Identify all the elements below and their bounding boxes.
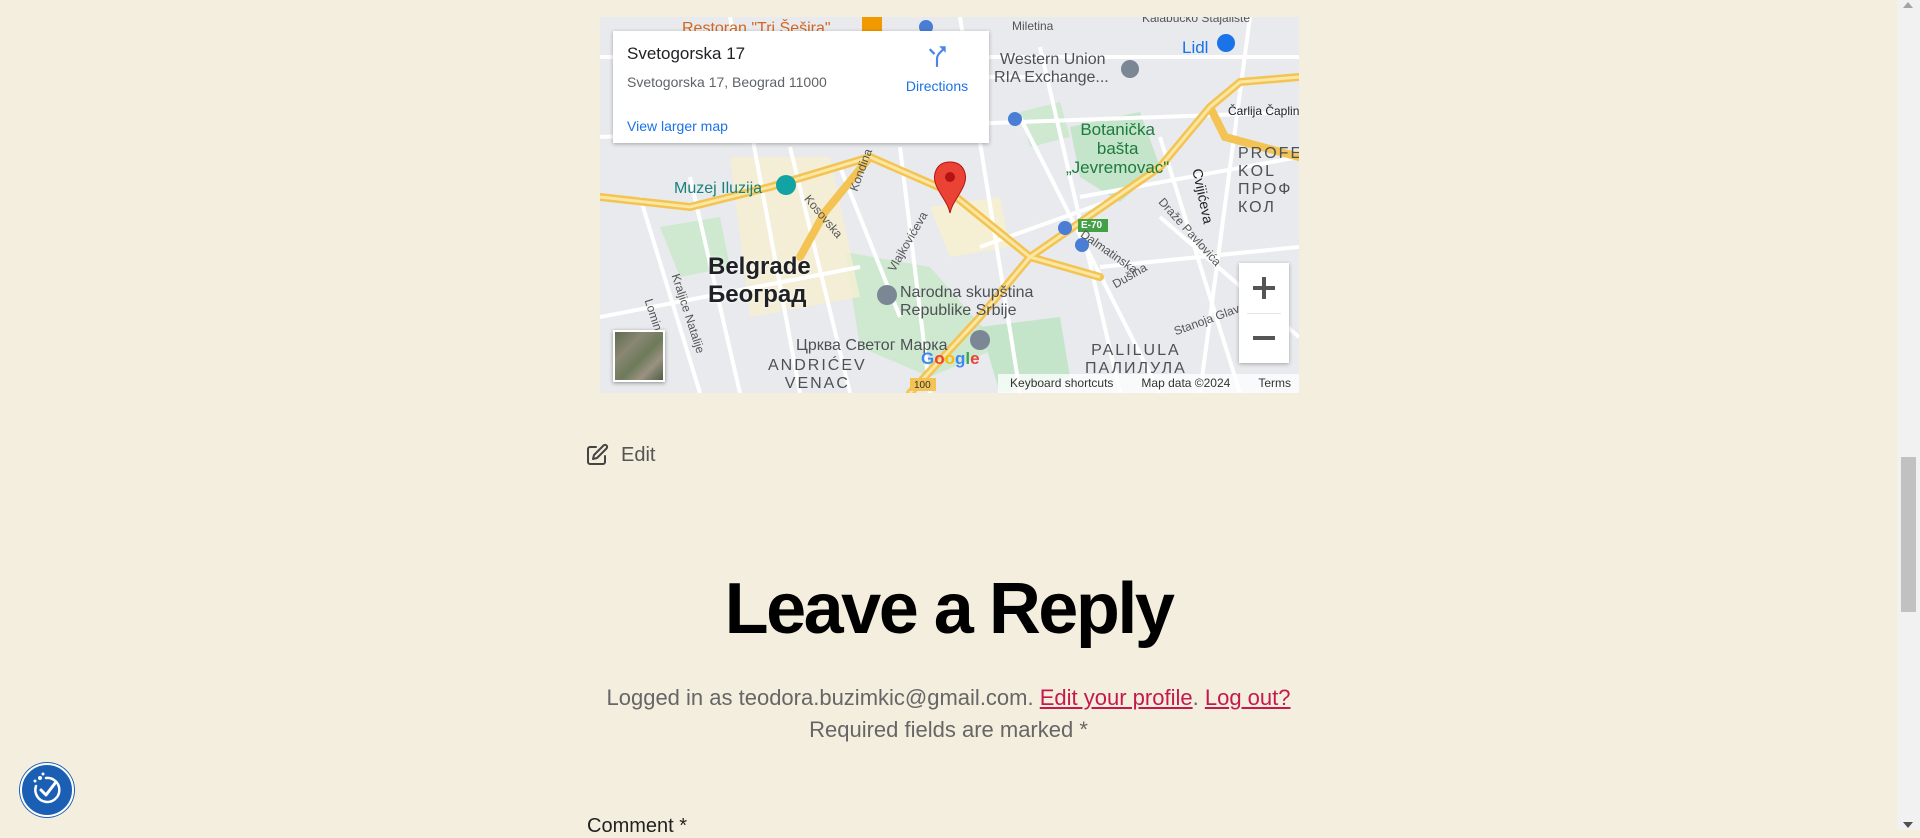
zoom-out-button[interactable] [1239,313,1289,363]
directions-button[interactable]: Directions [897,43,977,94]
map-footer: Keyboard shortcuts Map data ©2024 Terms [998,374,1299,393]
logged-in-line: Logged in as teodora.buzimkic@gmail.com.… [0,682,1897,714]
keyboard-shortcuts-link[interactable]: Keyboard shortcuts [1010,376,1113,393]
map-label-kalabucko: Kalabućko Stajalište [1142,17,1251,25]
map-label-andricev-2: VENAC [784,375,850,392]
map-label-belgrade-latin: Belgrade [708,253,811,280]
map-label-narodna-2: Republike Srbije [900,302,1017,319]
map-label-miletina: Miletina [1012,19,1054,33]
link-separator: . [1192,685,1199,710]
edit-icon [587,443,609,465]
embedded-map[interactable]: Restoran "Tri Šešira" Miletina Kalabućko… [600,17,1299,393]
leave-reply-heading: Leave a Reply [724,569,1175,649]
terms-link[interactable]: Terms [1258,376,1291,393]
edit-post-link[interactable]: Edit [585,443,655,467]
map-label-belgrade: Belgrade Београд [708,253,811,309]
zoom-in-button[interactable] [1239,263,1289,313]
map-label-botanic-line2: bašta [1096,139,1139,158]
map-label-palilula: PALILULA ПАЛИЛУЛА [1085,342,1187,378]
map-label-andricev: ANDRIĆEV VENAC [768,357,867,393]
directions-icon [928,46,946,67]
map-label-profe-1: PROFE [1238,145,1299,162]
map-label-palilula-1: PALILULA [1091,342,1181,359]
map-label-andricev-1: ANDRIĆEV [768,357,867,374]
map-label-western-union: Western Union [1000,51,1106,68]
map-label-lidl: Lidl [1182,38,1209,57]
satellite-layer-toggle[interactable] [613,330,665,382]
map-label-profe-4: КОЛ [1238,199,1276,216]
map-label-100: 100 [914,380,931,391]
map-label-profe: PROFE KOL ПРОФ КОЛ [1238,145,1299,217]
map-label-profe-2: KOL [1238,163,1277,180]
view-larger-map-link[interactable]: View larger map [627,118,728,134]
scrollbar-thumb[interactable] [1901,457,1916,612]
map-data-label: Map data ©2024 [1141,376,1231,390]
google-logo: Google [921,349,980,368]
accessibility-button[interactable] [19,762,75,818]
map-label-botanic-line1: Botanička [1080,120,1155,139]
map-label-profe-3: ПРОФ [1238,181,1293,198]
logged-in-notice: Logged in as teodora.buzimkic@gmail.com.… [0,682,1897,746]
map-label-carlija: Čarlija Čaplin [1228,104,1299,118]
edit-label: Edit [621,443,656,466]
map-label-botanic-line3: „Jevremovac" [1066,158,1170,177]
map-label-narodna-1: Narodna skupština [900,284,1034,301]
place-address: Svetogorska 17, Beograd 11000 [627,74,827,90]
edit-profile-link[interactable]: Edit your profile [1040,685,1193,710]
map-label-muzej: Muzej Iluzija [674,180,763,197]
scroll-down-arrow-icon[interactable] [1903,822,1913,828]
map-label-botanic: Botanička bašta „Jevremovac" [1066,120,1169,177]
place-name: Svetogorska 17 [627,44,746,63]
scroll-up-arrow-icon[interactable] [1903,2,1913,8]
map-info-card: Svetogorska 17 Svetogorska 17, Beograd 1… [613,31,989,143]
map-label-belgrade-cyrillic: Београд [708,281,807,308]
map-label-ria: RIA Exchange... [994,69,1109,86]
log-out-link[interactable]: Log out? [1205,685,1291,710]
map-label-narodna: Narodna skupština Republike Srbije [900,284,1033,320]
map-label-e70: E-70 [1081,220,1103,231]
required-fields-note: Required fields are marked * [809,717,1088,742]
zoom-controls [1239,263,1289,363]
page-scrollbar[interactable] [1897,0,1920,830]
logged-in-text: Logged in as teodora.buzimkic@gmail.com. [606,685,1034,710]
comment-label: Comment * [587,815,688,837]
directions-label: Directions [905,78,969,94]
accessibility-icon [20,763,74,817]
